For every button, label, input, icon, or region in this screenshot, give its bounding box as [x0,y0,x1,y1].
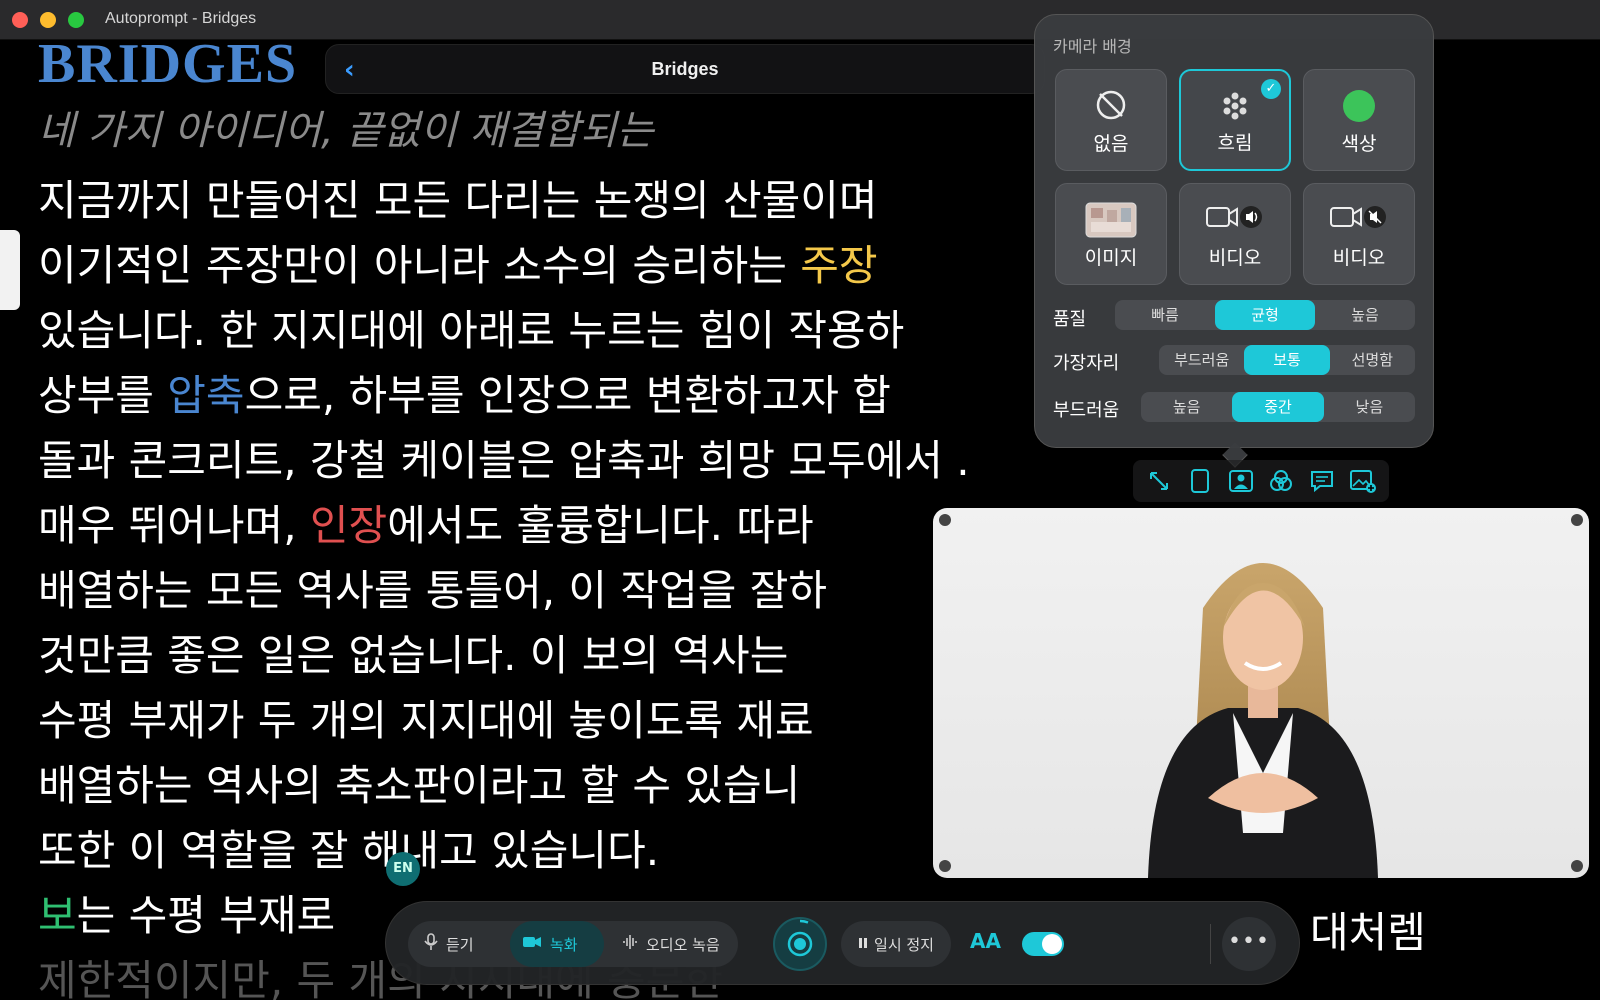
background-option-blur[interactable]: ✓ 흐림 [1179,69,1291,171]
color-circle-icon [1341,88,1377,128]
background-option-video-sound[interactable]: 비디오 [1179,183,1291,285]
scroll-position-handle[interactable] [0,230,20,310]
smoothing-option-medium[interactable]: 중간 [1232,392,1324,422]
highlighted-word: 인장 [309,501,388,550]
popover-heading: 카메라 배경 [1053,37,1132,56]
presenter-video-frame [1148,563,1378,878]
quality-option-balanced[interactable]: 균형 [1215,300,1315,330]
background-option-color[interactable]: 색상 [1303,69,1415,171]
edge-option-soft[interactable]: 부드러움 [1159,345,1244,375]
highlighted-word: 보 [38,891,77,940]
camera-preview[interactable] [933,508,1589,878]
bottom-control-bar: 듣기 녹화 오디오 녹음 일시 정지 AA ••• [385,901,1300,985]
edge-segmented-control: 부드러움 보통 선명함 [1159,345,1415,375]
document-title: BRIDGES [38,33,298,95]
smoothing-segmented-control: 높음 중간 낮음 [1141,392,1415,422]
minimize-window-button[interactable] [40,12,56,28]
quality-option-high[interactable]: 높음 [1315,300,1415,330]
window-title: Autoprompt - Bridges [105,10,257,27]
smoothing-option-high[interactable]: 높음 [1141,392,1232,422]
top-nav-bar: ‹ Bridges [325,44,1045,94]
smoothing-option-low[interactable]: 낮음 [1324,392,1415,422]
overlap-circles-icon[interactable] [1266,466,1296,496]
resize-handle[interactable] [939,860,951,872]
video-muted-icon [1329,202,1389,236]
quality-segmented-control: 빠름 균형 높음 [1115,300,1415,330]
resize-handle[interactable] [1571,860,1583,872]
highlighted-word: 압축 [167,371,245,420]
background-option-none[interactable]: 없음 [1055,69,1167,171]
camera-toolbar [1133,460,1389,502]
image-add-icon[interactable] [1348,466,1378,496]
portrait-frame-icon[interactable] [1185,466,1215,496]
quality-option-fast[interactable]: 빠름 [1115,300,1215,330]
zoom-window-button[interactable] [68,12,84,28]
resize-icon[interactable] [1144,466,1174,496]
highlighted-word: 주장 [800,241,878,290]
pause-button[interactable]: 일시 정지 [841,921,951,967]
camera-background-popover: 카메라 배경 없음 ✓ 흐림 색상 이미지 비디오 비디오 품질 빠름 균형 높… [1034,14,1434,448]
close-window-button[interactable] [12,12,28,28]
record-icon [787,919,813,957]
record-start-button[interactable] [773,917,827,971]
listen-button[interactable]: 듣기 [412,921,486,967]
person-background-icon[interactable] [1226,466,1256,496]
control-divider [1210,924,1211,964]
edge-option-sharp[interactable]: 선명함 [1330,345,1415,375]
image-thumbnail [1085,202,1137,242]
resize-handle[interactable] [1571,514,1583,526]
edge-option-normal[interactable]: 보통 [1244,345,1330,375]
language-badge[interactable]: EN [386,852,420,886]
background-option-image[interactable]: 이미지 [1055,183,1167,285]
blur-icon [1218,89,1252,127]
mode-selector: 듣기 녹화 오디오 녹음 [408,921,738,967]
toggle-knob [1042,934,1062,954]
text-size-button[interactable]: AA [970,929,1001,953]
smoothing-label: 부드러움 [1053,400,1120,421]
checkmark-icon: ✓ [1261,79,1281,99]
microphone-icon [424,933,438,955]
pause-icon [858,935,868,953]
script-line-tail: 대처렘 [1310,908,1426,957]
waveform-icon [622,934,638,954]
background-option-video-muted[interactable]: 비디오 [1303,183,1415,285]
caption-icon[interactable] [1307,466,1337,496]
resize-handle[interactable] [939,514,951,526]
video-camera-icon [522,935,542,953]
audio-record-button[interactable]: 오디오 녹음 [610,921,732,967]
quality-label: 품질 [1053,309,1087,330]
video-sound-icon [1205,202,1265,236]
nav-title: Bridges [651,59,719,79]
document-subtitle: 네 가지 아이디어, 끝없이 재결합되는 [38,108,654,154]
more-options-button[interactable]: ••• [1222,917,1276,971]
mirror-toggle[interactable] [1022,932,1064,956]
no-background-icon [1094,88,1128,126]
record-video-button[interactable]: 녹화 [510,921,604,967]
edge-label: 가장자리 [1053,353,1120,374]
